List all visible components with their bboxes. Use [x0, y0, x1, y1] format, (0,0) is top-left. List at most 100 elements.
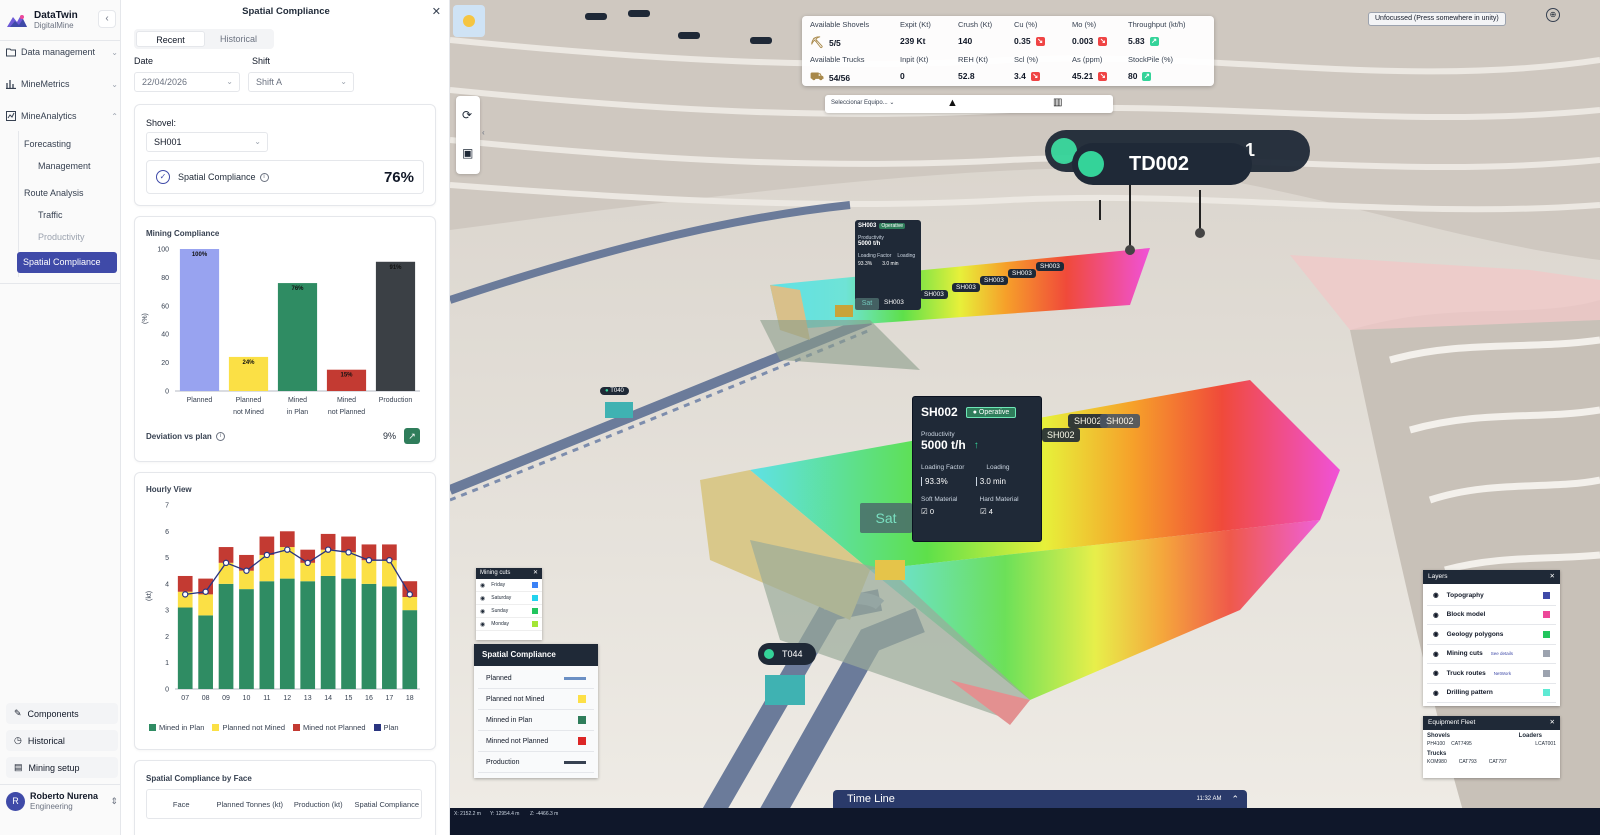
close-icon[interactable]: ✕ — [1550, 570, 1555, 584]
legend-item[interactable]: Mined in Plan — [149, 723, 204, 732]
nav-data-management[interactable]: Data management ⌄ — [6, 43, 118, 61]
collapse-toolbar-icon[interactable]: ‹ — [482, 128, 485, 137]
plan-point[interactable] — [406, 591, 413, 598]
collapse-sidebar-button[interactable]: ‹ — [98, 10, 116, 28]
mining-cut-row[interactable]: ◉ Saturday — [476, 592, 542, 605]
mining-cut-row[interactable]: ◉ Friday — [476, 579, 542, 592]
eye-icon[interactable]: ◉ — [1433, 611, 1439, 619]
plan-point[interactable] — [365, 556, 373, 564]
face-label-sh003[interactable]: SH003 — [952, 283, 980, 292]
eye-off-icon[interactable]: ◉ — [480, 582, 485, 589]
eye-icon[interactable]: ◉ — [1433, 630, 1439, 638]
eye-off-icon[interactable]: ◉ — [480, 608, 485, 615]
equipment-marker[interactable] — [750, 37, 772, 44]
eye-icon[interactable]: ◉ — [1433, 591, 1439, 599]
truck-tag-t044[interactable]: T044 — [758, 643, 816, 665]
shovel-select[interactable]: SH001 ⌄ — [146, 132, 268, 152]
equipment-marker[interactable] — [678, 32, 700, 39]
equipment-select[interactable]: Seleccionar Equipo... ⌄ — [831, 99, 894, 106]
timeline-bar[interactable]: Time Line 11:32 AM ⌃ — [833, 790, 1247, 808]
bar-segment[interactable] — [279, 578, 295, 689]
face-label-sh002[interactable]: SH002 — [1100, 414, 1140, 428]
face-label-sh003[interactable]: SH003 — [880, 298, 908, 307]
nav-route-analysis[interactable]: Route Analysis — [24, 188, 84, 198]
layer-row[interactable]: ◉ Truck routes NetWork — [1427, 664, 1556, 684]
fleet-truck-3[interactable]: CAT797 — [1489, 759, 1507, 765]
nav-minemetrics[interactable]: MineMetrics ⌄ — [6, 75, 118, 93]
td002-tag[interactable]: TD002 — [1072, 143, 1252, 185]
bar[interactable] — [179, 249, 220, 391]
bar-segment[interactable] — [382, 586, 397, 689]
eye-icon[interactable]: ◉ — [1433, 689, 1439, 697]
eye-icon[interactable]: ◉ — [1433, 650, 1439, 658]
sh002-popup[interactable]: SH002 ● Operative Productivity 5000 t/h … — [912, 396, 1042, 542]
mountain-icon[interactable]: ▲ — [947, 97, 958, 109]
sh003-popup[interactable]: SH003 Operative Productivity 5000 t/h Lo… — [855, 220, 921, 310]
plan-point[interactable] — [202, 588, 209, 595]
user-menu[interactable]: R Roberto Nurena Engineering ⇕ — [6, 789, 118, 813]
close-panel-button[interactable]: ✕ — [432, 5, 441, 18]
plan-point[interactable] — [284, 546, 291, 553]
bar-segment[interactable] — [239, 589, 254, 689]
brand[interactable]: DataTwin DigitalMine — [6, 10, 78, 31]
layer-row[interactable]: ◉ Drilling pattern — [1427, 684, 1556, 703]
mining-cut-row[interactable]: ◉ Monday — [476, 618, 542, 631]
info-icon[interactable]: i — [259, 172, 269, 182]
nav-spatial-compliance[interactable]: Spatial Compliance — [17, 252, 117, 273]
nav-traffic[interactable]: Traffic — [38, 210, 63, 220]
col-production[interactable]: Production (kt) — [284, 800, 353, 809]
layer-row[interactable]: ◉ Topography — [1427, 586, 1556, 606]
layer-row[interactable]: ◉ Block model — [1427, 606, 1556, 625]
col-spatial-compliance[interactable]: Spatial Compliance — [353, 800, 422, 809]
eye-off-icon[interactable]: ◉ — [480, 595, 485, 602]
bar-segment[interactable] — [177, 607, 193, 689]
eye-icon[interactable]: ◉ — [1433, 669, 1439, 677]
eye-off-icon[interactable]: ◉ — [480, 621, 485, 628]
chevron-up-icon[interactable]: ⌃ — [1231, 794, 1239, 805]
bar-segment[interactable] — [361, 583, 377, 689]
compass-icon[interactable]: ⊕ — [1546, 8, 1560, 22]
layer-row[interactable]: ◉ Mining cuts See details — [1427, 645, 1556, 664]
layer-link[interactable]: NetWork — [1494, 671, 1511, 676]
bar-segment[interactable] — [402, 597, 418, 611]
shift-select[interactable]: Shift A ⌄ — [248, 72, 354, 92]
face-label-sh003[interactable]: SH003 — [980, 276, 1008, 285]
bar-segment[interactable] — [341, 552, 356, 579]
book-icon[interactable]: ▥ — [1053, 97, 1062, 108]
bar-segment[interactable] — [279, 531, 295, 548]
trend-up-button[interactable]: ↗ — [404, 428, 420, 444]
close-icon[interactable]: ✕ — [1550, 716, 1555, 730]
bar-segment[interactable] — [320, 575, 336, 689]
plan-point[interactable] — [243, 567, 250, 574]
face-label-sh003[interactable]: SH003 — [1008, 269, 1036, 278]
bar[interactable] — [277, 283, 318, 391]
bar-segment[interactable] — [177, 575, 193, 592]
bar-segment[interactable] — [198, 594, 213, 616]
nav-management[interactable]: Management — [38, 161, 91, 171]
mine-3d-viewport[interactable]: Available Shovels ⛏ 5/5 Expit (Kt) 239 Kt Cru… — [450, 0, 1600, 835]
bar-segment[interactable] — [198, 615, 213, 689]
bar-segment[interactable] — [402, 610, 418, 689]
mining-cut-row[interactable]: ◉ Sunday — [476, 605, 542, 618]
components-button[interactable]: ✎ Components — [6, 703, 118, 724]
bar-segment[interactable] — [361, 560, 377, 584]
col-planned-tonnes[interactable]: Planned Tonnes (kt) — [216, 800, 285, 809]
face-label-sh003[interactable]: SH003 — [1036, 262, 1064, 271]
plan-point[interactable] — [222, 559, 230, 567]
layer-link[interactable]: See details — [1491, 651, 1513, 656]
fleet-loader-1[interactable]: LCAT001 — [1535, 741, 1556, 747]
legend-item[interactable]: Planned not Mined — [212, 723, 285, 732]
plan-point[interactable] — [182, 591, 189, 598]
rotate-icon[interactable]: ⟳ — [462, 108, 472, 122]
bar-segment[interactable] — [259, 581, 275, 689]
date-select[interactable]: 22/04/2026 ⌄ — [134, 72, 240, 92]
fleet-shovel-1[interactable]: PH4100 — [1427, 741, 1445, 747]
bar-segment[interactable] — [300, 581, 316, 689]
tab-recent[interactable]: Recent — [136, 31, 205, 47]
bar-segment[interactable] — [341, 578, 356, 689]
plan-point[interactable] — [345, 549, 352, 556]
face-label-sh002[interactable]: SH002 — [1042, 428, 1080, 442]
face-label-sh003[interactable]: SH003 — [920, 290, 948, 299]
bar-segment[interactable] — [382, 560, 397, 587]
close-icon[interactable]: ✕ — [533, 568, 538, 579]
